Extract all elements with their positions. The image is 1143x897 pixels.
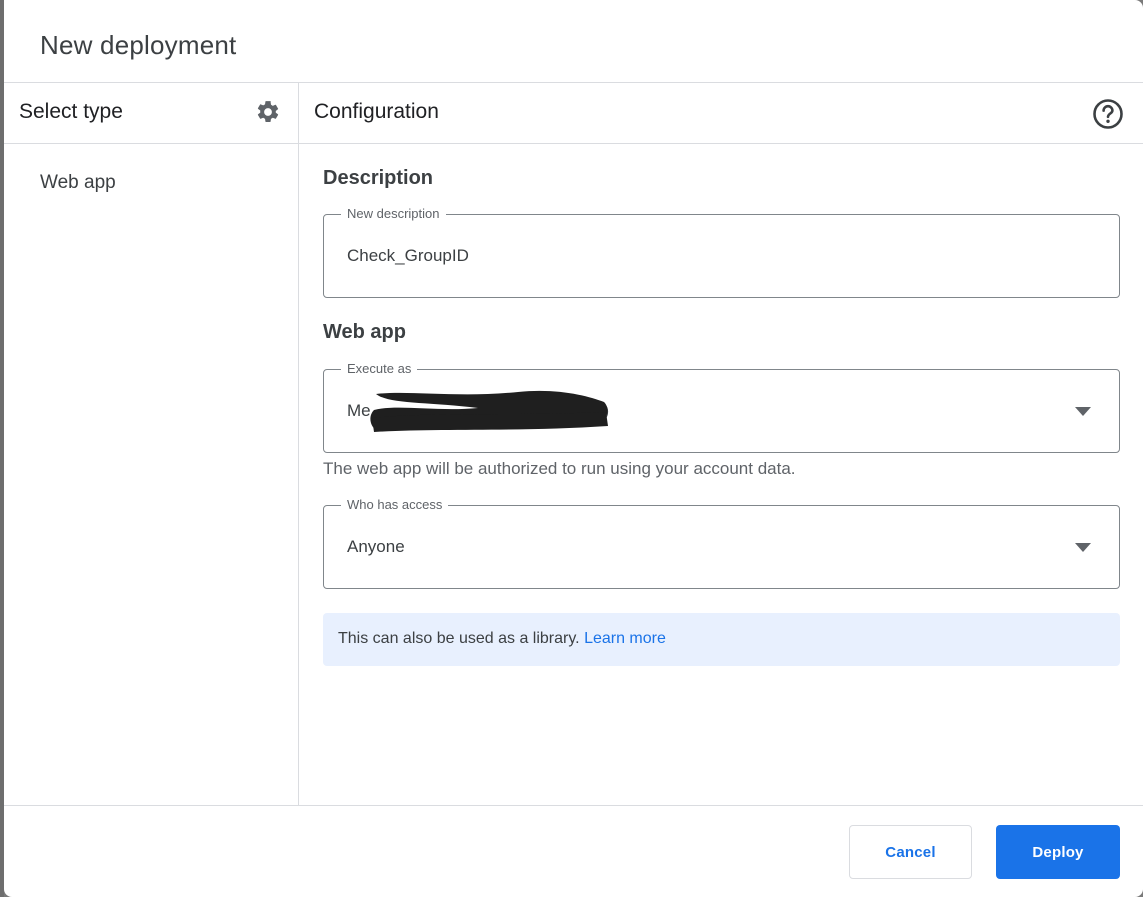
dialog-header: New deployment	[4, 0, 1143, 83]
who-has-access-label: Who has access	[341, 497, 449, 512]
cancel-button[interactable]: Cancel	[849, 825, 972, 879]
type-item-web-app[interactable]: Web app	[40, 172, 116, 194]
execute-as-label: Execute as	[341, 361, 418, 376]
configuration-pane: Configuration Description New descriptio…	[299, 83, 1143, 805]
description-field-value: Check_GroupID	[347, 246, 469, 265]
help-icon[interactable]	[1092, 98, 1124, 130]
info-banner-text: This can also be used as a library. Lear…	[338, 630, 666, 648]
library-info-banner: This can also be used as a library. Lear…	[323, 613, 1120, 666]
description-title: Description	[323, 167, 434, 189]
who-has-access-value: Anyone	[347, 537, 405, 556]
configuration-header: Configuration	[299, 83, 1143, 144]
redaction-scribble	[370, 390, 608, 432]
dialog-footer: Cancel Deploy	[4, 805, 1143, 897]
execute-as-helper-text: The web app will be authorized to run us…	[323, 459, 796, 478]
description-field[interactable]: New description Check_GroupID	[323, 206, 1120, 298]
info-banner-message: This can also be used as a library.	[338, 630, 580, 647]
web-app-title: Web app	[323, 321, 406, 343]
dialog-title: New deployment	[40, 30, 237, 60]
execute-as-select[interactable]: Execute as Me n)	[323, 361, 1120, 453]
select-type-label: Select type	[19, 100, 123, 123]
select-type-header: Select type	[4, 83, 298, 144]
gear-icon[interactable]	[255, 99, 281, 125]
who-has-access-select[interactable]: Who has access Anyone	[323, 497, 1120, 589]
select-type-pane: Select type Web app	[4, 83, 299, 805]
configuration-label: Configuration	[314, 100, 439, 123]
description-field-label: New description	[341, 206, 446, 221]
new-deployment-dialog: New deployment Select type Web app Confi…	[4, 0, 1143, 897]
chevron-down-icon[interactable]	[1075, 543, 1091, 552]
deploy-button[interactable]: Deploy	[996, 825, 1120, 879]
learn-more-link[interactable]: Learn more	[584, 630, 666, 647]
chevron-down-icon[interactable]	[1075, 407, 1091, 416]
